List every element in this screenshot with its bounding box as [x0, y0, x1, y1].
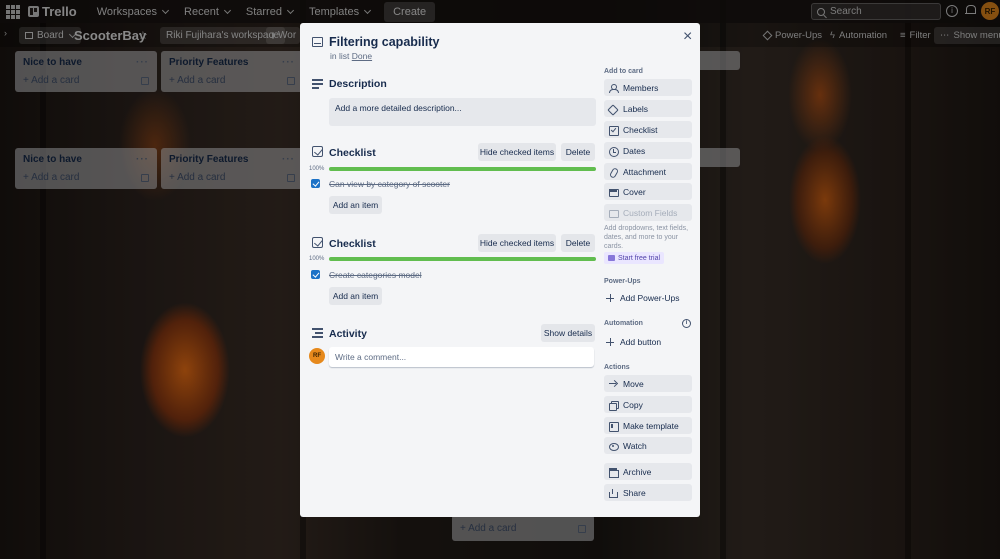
template-icon — [609, 421, 619, 432]
checklist-icon — [312, 146, 323, 157]
clock-icon — [609, 146, 619, 157]
share-button[interactable]: Share — [604, 484, 692, 501]
move-label: Move — [623, 378, 644, 389]
card-icon — [312, 37, 323, 47]
share-label: Share — [623, 487, 646, 498]
checklist-title[interactable]: Checklist — [329, 147, 376, 159]
person-icon — [609, 83, 619, 93]
labels-label: Labels — [623, 103, 649, 114]
make-template-label: Make template — [623, 420, 679, 431]
power-ups-label: Power-Ups — [604, 278, 641, 285]
delete-checklist-button[interactable]: Delete — [561, 234, 595, 252]
checklist-progress-bar — [329, 257, 596, 261]
automation-label: Automation — [604, 320, 643, 327]
checklist-item-checkbox[interactable] — [311, 179, 320, 188]
commenter-avatar[interactable]: RF — [309, 348, 325, 364]
add-item-button[interactable]: Add an item — [329, 196, 382, 214]
dates-label: Dates — [623, 145, 646, 156]
members-button[interactable]: Members — [604, 79, 692, 96]
archive-button[interactable]: Archive — [604, 463, 692, 480]
eye-icon — [609, 442, 619, 451]
checklist-item-text[interactable]: Create categories model — [329, 270, 422, 280]
description-icon — [312, 79, 323, 91]
actions-label: Actions — [604, 364, 630, 371]
cover-icon — [609, 188, 619, 197]
trial-icon — [608, 255, 615, 261]
hide-checked-items-button[interactable]: Hide checked items — [478, 143, 556, 161]
checklist-progress-bar — [329, 167, 596, 171]
checklist-button[interactable]: Checklist — [604, 121, 692, 138]
description-field[interactable]: Add a more detailed description... — [329, 98, 596, 126]
hide-checked-items-button[interactable]: Hide checked items — [478, 234, 556, 252]
custom-field-icon — [609, 209, 619, 218]
attachment-button[interactable]: Attachment — [604, 163, 692, 180]
start-free-trial-button[interactable]: Start free trial — [604, 252, 665, 264]
watch-label: Watch — [623, 440, 647, 451]
add-to-card-label: Add to card — [604, 68, 643, 75]
checklist-item-checkbox[interactable] — [311, 270, 320, 279]
close-icon[interactable]: × — [683, 29, 692, 45]
automation-info-icon[interactable]: i — [682, 319, 691, 328]
copy-icon — [609, 400, 619, 411]
add-button-label: Add button — [620, 337, 662, 347]
add-power-ups-label: Add Power-Ups — [620, 293, 680, 303]
checklist-progress-label: 100% — [309, 256, 325, 262]
members-label: Members — [623, 82, 659, 93]
checklist-progress-fill — [329, 167, 596, 171]
activity-heading: Activity — [329, 328, 367, 340]
description-heading: Description — [329, 78, 387, 90]
paperclip-icon — [609, 168, 617, 176]
plus-icon — [606, 338, 614, 346]
card-list-info: in list Done — [330, 51, 372, 61]
watch-button[interactable]: Watch — [604, 437, 692, 454]
card-title[interactable]: Filtering capability — [329, 35, 439, 49]
custom-fields-button[interactable]: Custom Fields — [604, 204, 692, 221]
checklist-icon — [312, 237, 323, 248]
copy-label: Copy — [623, 399, 643, 410]
checklist-icon — [609, 125, 619, 136]
checklist-progress-fill — [329, 257, 596, 261]
labels-button[interactable]: Labels — [604, 100, 692, 117]
make-template-button[interactable]: Make template — [604, 417, 692, 434]
checklist-title[interactable]: Checklist — [329, 238, 376, 250]
checklist-item-text[interactable]: Can view by category of scooter — [329, 179, 450, 189]
add-button-button[interactable]: Add button — [606, 337, 661, 347]
checklist-progress-label: 100% — [309, 166, 325, 172]
dates-button[interactable]: Dates — [604, 142, 692, 159]
activity-icon — [312, 328, 323, 340]
custom-fields-help: Add dropdowns, text fields, dates, and m… — [604, 225, 689, 250]
copy-button[interactable]: Copy — [604, 396, 692, 413]
archive-label: Archive — [623, 466, 652, 477]
list-link[interactable]: Done — [352, 51, 372, 61]
checklist-label: Checklist — [623, 124, 658, 135]
comment-input[interactable]: Write a comment... — [329, 347, 594, 367]
plus-icon — [606, 294, 614, 302]
arrow-right-icon — [609, 380, 617, 388]
tag-icon — [609, 105, 617, 113]
archive-icon — [609, 467, 619, 478]
share-icon — [609, 488, 618, 498]
custom-fields-label: Custom Fields — [623, 207, 678, 218]
add-power-ups-button[interactable]: Add Power-Ups — [606, 293, 680, 303]
move-button[interactable]: Move — [604, 375, 692, 392]
in-list-prefix: in list — [330, 51, 350, 61]
trial-label: Start free trial — [618, 254, 661, 262]
attachment-label: Attachment — [623, 166, 666, 177]
cover-label: Cover — [623, 186, 646, 197]
show-details-button[interactable]: Show details — [541, 324, 595, 342]
cover-button[interactable]: Cover — [604, 183, 692, 200]
delete-checklist-button[interactable]: Delete — [561, 143, 595, 161]
add-item-button[interactable]: Add an item — [329, 287, 382, 305]
